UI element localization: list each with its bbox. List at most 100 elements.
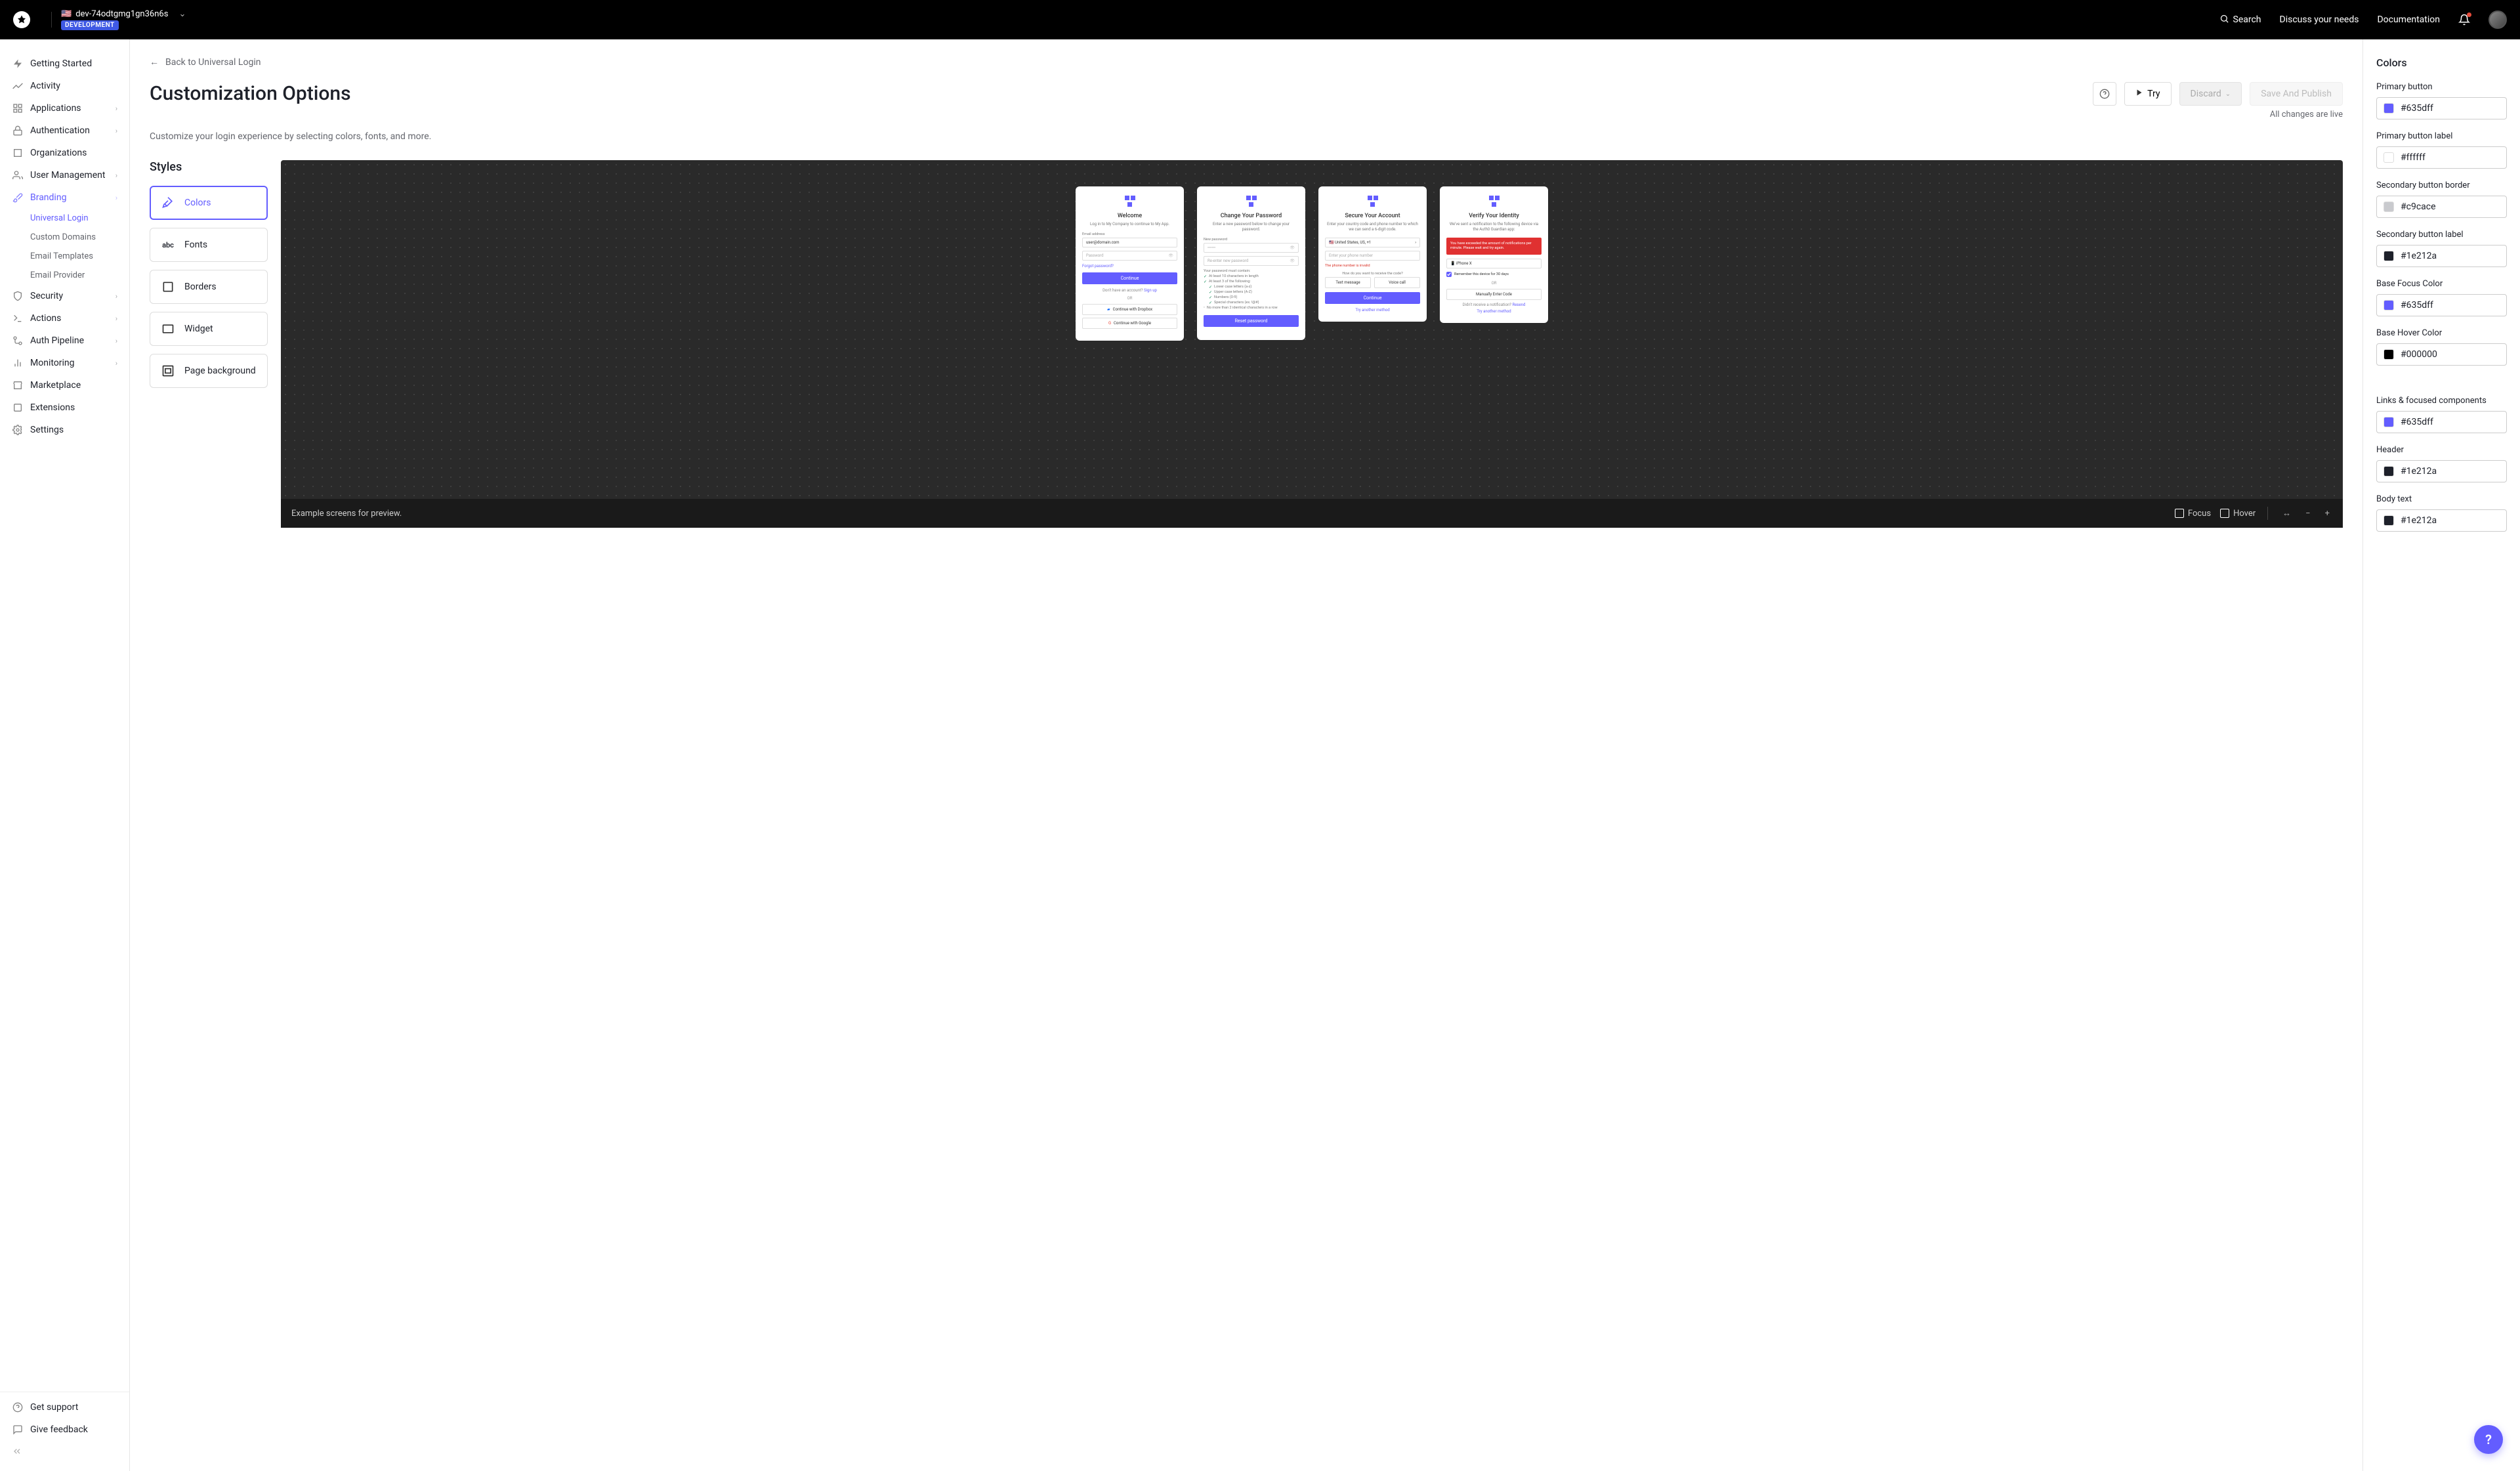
sidebar-item-auth-pipeline[interactable]: Auth Pipeline› bbox=[0, 330, 129, 352]
chevron-right-icon: › bbox=[116, 171, 117, 180]
color-swatch bbox=[2384, 152, 2394, 163]
color-value: #635dff bbox=[2401, 103, 2433, 114]
topbar: 🇺🇸 dev-74odtgmg1gn36n6s ⌄ DEVELOPMENT Se… bbox=[0, 0, 2520, 39]
org-icon bbox=[12, 147, 24, 159]
color-input-secondary-button-label[interactable]: #1e212a bbox=[2376, 245, 2507, 267]
chevron-right-icon: › bbox=[116, 127, 117, 135]
sidebar-item-marketplace[interactable]: Marketplace bbox=[0, 374, 129, 396]
sidebar-item-organizations[interactable]: Organizations bbox=[0, 142, 129, 164]
changes-status: All changes are live bbox=[150, 110, 2343, 119]
chevron-right-icon: › bbox=[116, 337, 117, 345]
styles-title: Styles bbox=[150, 160, 268, 174]
try-button[interactable]: Try bbox=[2124, 82, 2171, 106]
color-input-primary-button-label[interactable]: #ffffff bbox=[2376, 146, 2507, 169]
brush-icon bbox=[12, 192, 24, 203]
color-value: #000000 bbox=[2401, 349, 2437, 360]
style-card-page-background[interactable]: Page background bbox=[150, 354, 268, 388]
discard-button[interactable]: Discard ⌄ bbox=[2179, 82, 2242, 106]
color-swatch bbox=[2384, 300, 2394, 310]
page-title: Customization Options bbox=[150, 82, 351, 105]
color-value: #635dff bbox=[2401, 417, 2433, 427]
user-avatar[interactable] bbox=[2488, 11, 2507, 29]
color-label: Header bbox=[2376, 445, 2507, 455]
color-input-base-focus-color[interactable]: #635dff bbox=[2376, 294, 2507, 316]
discuss-link[interactable]: Discuss your needs bbox=[2280, 14, 2359, 25]
style-card-widget[interactable]: Widget bbox=[150, 312, 268, 346]
sidebar-subitem-custom-domains[interactable]: Custom Domains bbox=[0, 228, 129, 247]
flow-icon bbox=[12, 312, 24, 324]
color-value: #1e212a bbox=[2401, 466, 2437, 477]
sidebar-item-getting-started[interactable]: Getting Started bbox=[0, 53, 129, 75]
color-value: #ffffff bbox=[2401, 152, 2426, 163]
puzzle-icon bbox=[12, 402, 24, 414]
color-input-base-hover-color[interactable]: #000000 bbox=[2376, 343, 2507, 366]
help-fab[interactable]: ? bbox=[2474, 1425, 2503, 1454]
bars-icon bbox=[12, 357, 24, 369]
preview-welcome: Welcome Log in to My Company to continue… bbox=[1076, 186, 1184, 341]
focus-toggle[interactable]: Focus bbox=[2175, 509, 2211, 519]
chevron-right-icon: › bbox=[116, 194, 117, 202]
sidebar-item-security[interactable]: Security› bbox=[0, 285, 129, 307]
color-swatch bbox=[2384, 466, 2394, 477]
gear-icon bbox=[12, 424, 24, 436]
color-label: Base Focus Color bbox=[2376, 279, 2507, 289]
zoom-out-icon[interactable]: − bbox=[2303, 507, 2313, 520]
color-input-body-text[interactable]: #1e212a bbox=[2376, 509, 2507, 532]
sidebar-item-authentication[interactable]: Authentication› bbox=[0, 119, 129, 142]
chevron-right-icon: › bbox=[116, 104, 117, 113]
save-publish-button[interactable]: Save And Publish bbox=[2250, 82, 2343, 106]
fit-icon[interactable]: ↔ bbox=[2280, 507, 2294, 520]
collapse-sidebar[interactable] bbox=[0, 1441, 129, 1464]
sidebar-subitem-email-provider[interactable]: Email Provider bbox=[0, 266, 129, 285]
search-icon bbox=[2219, 14, 2229, 26]
sidebar-item-monitoring[interactable]: Monitoring› bbox=[0, 352, 129, 374]
style-card-colors[interactable]: Colors bbox=[150, 186, 268, 220]
preview-area: Welcome Log in to My Company to continue… bbox=[281, 160, 2343, 528]
color-input-links-focused-components[interactable]: #635dff bbox=[2376, 411, 2507, 433]
style-card-borders[interactable]: Borders bbox=[150, 270, 268, 304]
zoom-in-icon[interactable]: + bbox=[2322, 507, 2332, 520]
preview-footer: Example screens for preview. Focus Hover… bbox=[281, 499, 2343, 528]
apps-icon bbox=[12, 102, 24, 114]
preview-verify-identity: Verify Your Identity We've sent a notifi… bbox=[1440, 186, 1548, 323]
lock-icon bbox=[12, 125, 24, 137]
auth0-logo[interactable] bbox=[13, 11, 30, 28]
sidebar-item-applications[interactable]: Applications› bbox=[0, 97, 129, 119]
docs-link[interactable]: Documentation bbox=[2377, 14, 2440, 25]
preview-change-password: Change Your Password Enter a new passwor… bbox=[1197, 186, 1305, 340]
style-card-fonts[interactable]: abcFonts bbox=[150, 228, 268, 262]
sidebar-item-settings[interactable]: Settings bbox=[0, 419, 129, 441]
color-value: #c9cace bbox=[2401, 202, 2436, 212]
sidebar-item-activity[interactable]: Activity bbox=[0, 75, 129, 97]
sidebar-item-branding[interactable]: Branding› bbox=[0, 186, 129, 209]
get-support[interactable]: Get support bbox=[0, 1396, 129, 1418]
give-feedback[interactable]: Give feedback bbox=[0, 1418, 129, 1441]
shield-icon bbox=[12, 290, 24, 302]
chevron-down-icon: ⌄ bbox=[178, 9, 186, 19]
sidebar-subitem-email-templates[interactable]: Email Templates bbox=[0, 247, 129, 266]
sidebar-item-user-management[interactable]: User Management› bbox=[0, 164, 129, 186]
tenant-selector[interactable]: 🇺🇸 dev-74odtgmg1gn36n6s ⌄ DEVELOPMENT bbox=[61, 9, 186, 30]
hover-toggle[interactable]: Hover bbox=[2220, 509, 2256, 519]
color-input-header[interactable]: #1e212a bbox=[2376, 460, 2507, 482]
color-label: Secondary button border bbox=[2376, 181, 2507, 190]
search-button[interactable]: Search bbox=[2219, 14, 2261, 26]
notifications-button[interactable] bbox=[2458, 14, 2470, 26]
color-input-primary-button[interactable]: #635dff bbox=[2376, 97, 2507, 119]
help-icon bbox=[12, 1401, 24, 1413]
bolt-icon bbox=[12, 58, 24, 70]
color-label: Body text bbox=[2376, 494, 2507, 504]
back-link[interactable]: ← Back to Universal Login bbox=[150, 56, 2343, 68]
help-button[interactable] bbox=[2093, 82, 2116, 106]
color-swatch bbox=[2384, 417, 2394, 427]
color-input-secondary-button-border[interactable]: #c9cace bbox=[2376, 196, 2507, 218]
divider bbox=[51, 12, 52, 28]
sidebar-subitem-universal-login[interactable]: Universal Login bbox=[0, 209, 129, 228]
sidebar-item-extensions[interactable]: Extensions bbox=[0, 396, 129, 419]
color-label: Secondary button label bbox=[2376, 230, 2507, 240]
chevron-right-icon: › bbox=[116, 314, 117, 323]
colors-panel: Colors Primary button #635dff Primary bu… bbox=[2362, 39, 2520, 1471]
chart-icon bbox=[12, 80, 24, 92]
color-swatch bbox=[2384, 251, 2394, 261]
sidebar-item-actions[interactable]: Actions› bbox=[0, 307, 129, 330]
